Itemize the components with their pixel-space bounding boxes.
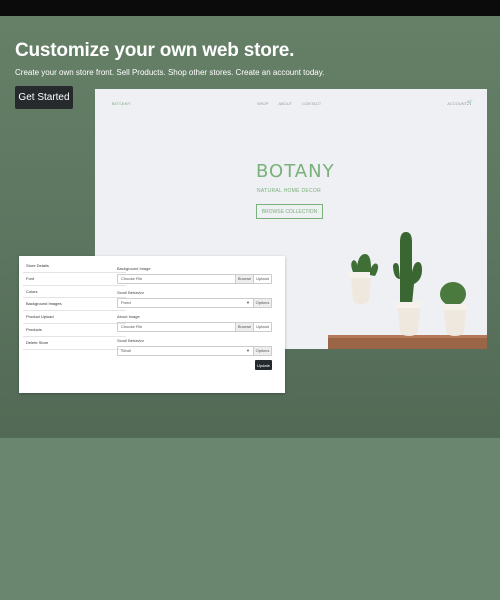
background-image-label: Background Image bbox=[117, 266, 151, 271]
hero-headline: Customize your own web store. bbox=[15, 40, 295, 61]
about-image-upload-button[interactable]: Upload bbox=[254, 322, 272, 332]
settings-form: Background Image Choose File Browse Uplo… bbox=[117, 266, 272, 362]
scroll-behavior-select[interactable]: Fixed ▼ bbox=[117, 298, 254, 308]
sidebar-item-colors[interactable]: Colors bbox=[23, 286, 126, 299]
sidebar-item-font[interactable]: Font bbox=[23, 273, 126, 286]
get-started-button[interactable]: Get Started bbox=[15, 86, 73, 109]
background-image-file-input[interactable]: Choose File bbox=[117, 274, 236, 284]
hero-subline: Create your own store front. Sell Produc… bbox=[15, 68, 325, 77]
sidebar-item-product-upload[interactable]: Product Upload bbox=[23, 311, 126, 324]
sidebar-item-products[interactable]: Products bbox=[23, 324, 126, 337]
update-button[interactable]: Update bbox=[255, 360, 272, 370]
scroll-behavior-options-button[interactable]: Options bbox=[254, 298, 272, 308]
about-scroll-behavior-value: Scroll bbox=[121, 348, 132, 353]
about-scroll-behavior-options-button[interactable]: Options bbox=[254, 346, 272, 356]
store-settings-panel: Store Details Font Colors Background Ima… bbox=[19, 256, 285, 393]
about-scroll-behavior-select[interactable]: Scroll ▼ bbox=[117, 346, 254, 356]
scroll-behavior-value: Fixed bbox=[121, 300, 131, 305]
top-bar bbox=[0, 0, 500, 16]
cactus-left-icon bbox=[348, 254, 379, 304]
sidebar-item-delete-store[interactable]: Delete Store bbox=[23, 337, 126, 350]
about-image-browse-button[interactable]: Browse bbox=[236, 322, 254, 332]
sidebar-item-background-images[interactable]: Background Images bbox=[23, 298, 126, 312]
sidebar-item-store-details[interactable]: Store Details bbox=[23, 260, 126, 273]
about-image-file-input[interactable]: Choose File bbox=[117, 322, 236, 332]
cactus-right-icon bbox=[440, 282, 467, 336]
about-image-label: About Image bbox=[117, 314, 140, 319]
settings-sidebar: Store Details Font Colors Background Ima… bbox=[23, 260, 126, 350]
cactus-center-icon bbox=[393, 232, 422, 336]
scroll-behavior-label: Scroll Behavior bbox=[117, 290, 144, 295]
background-image-browse-button[interactable]: Browse bbox=[236, 274, 254, 284]
chevron-down-icon: ▼ bbox=[246, 348, 250, 353]
lower-section bbox=[0, 438, 500, 600]
about-scroll-behavior-label: Scroll Behavior bbox=[117, 338, 144, 343]
background-image-upload-button[interactable]: Upload bbox=[254, 274, 272, 284]
chevron-down-icon: ▼ bbox=[246, 300, 250, 305]
